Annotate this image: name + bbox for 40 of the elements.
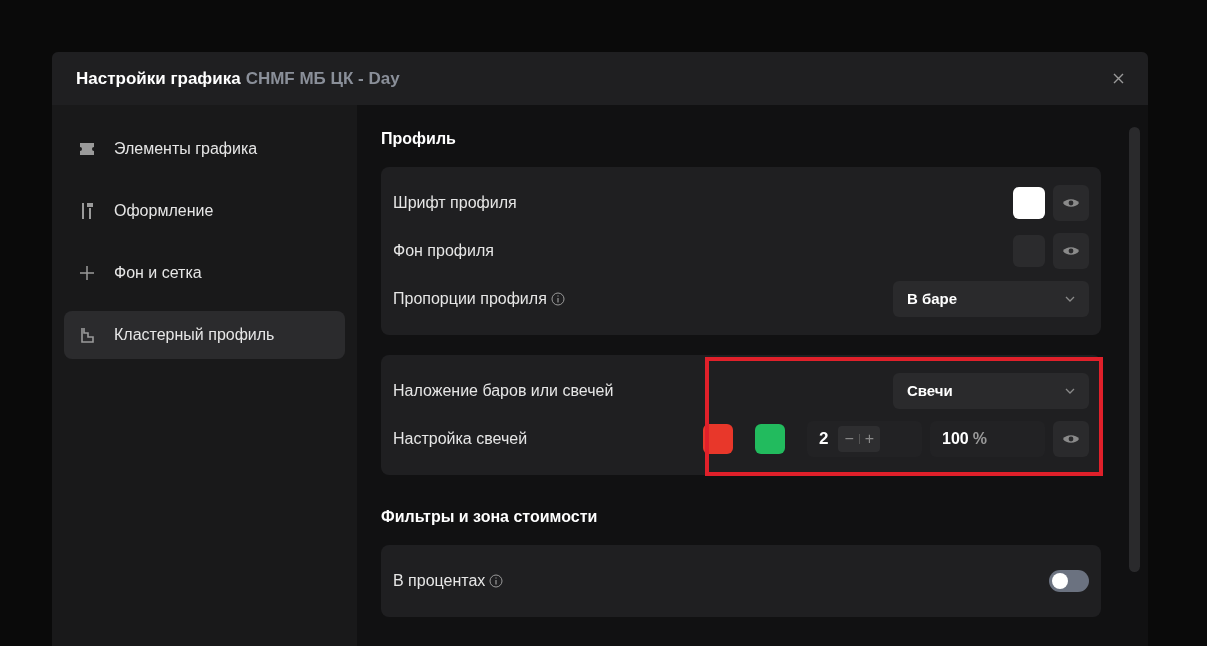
- eye-icon: [1063, 198, 1079, 208]
- eye-button[interactable]: [1053, 233, 1089, 269]
- color-swatch[interactable]: [1013, 187, 1045, 219]
- sidebar-item[interactable]: Кластерный профиль: [64, 311, 345, 359]
- eye-button[interactable]: [1053, 185, 1089, 221]
- sliders-icon: [81, 203, 93, 219]
- percent-value: 100: [942, 429, 969, 449]
- sidebar-item[interactable]: Элементы графика: [64, 125, 345, 173]
- section-heading: Профиль: [381, 129, 457, 149]
- setting-label: Пропорции профиля: [393, 289, 547, 309]
- profile-icon: [80, 327, 94, 343]
- plus-icon: [80, 266, 94, 280]
- setting-label: Настройка свечей: [393, 429, 528, 449]
- setting-label: Шрифт профиля: [393, 193, 517, 213]
- chevron-down-icon: [1065, 388, 1075, 394]
- setting-label: В процентах: [393, 571, 486, 591]
- info-icon[interactable]: [550, 292, 565, 306]
- setting-label: Фон профиля: [393, 241, 494, 261]
- toggle-switch[interactable]: [1049, 570, 1089, 592]
- scrollbar[interactable]: [1129, 127, 1140, 572]
- stepper-value: 2: [819, 428, 829, 451]
- chevron-down-icon: [1065, 296, 1075, 302]
- decrement-button[interactable]: −: [842, 427, 856, 451]
- eye-icon: [1063, 246, 1079, 256]
- percent-unit: %: [972, 429, 987, 449]
- info-icon[interactable]: [489, 574, 504, 588]
- color-swatch[interactable]: [755, 424, 785, 454]
- setting-label: Наложение баров или свечей: [393, 381, 614, 401]
- window-title: Настройки графика: [76, 67, 241, 90]
- sidebar-item[interactable]: Фон и сетка: [64, 249, 345, 297]
- close-icon[interactable]: [1113, 73, 1124, 84]
- dropdown[interactable]: В баре: [893, 281, 1089, 317]
- eye-icon: [1063, 434, 1079, 444]
- increment-button[interactable]: +: [862, 427, 877, 451]
- sidebar-item[interactable]: Оформление: [64, 187, 345, 235]
- window-subtitle: CHMF МБ ЦК - Day: [245, 67, 400, 90]
- eye-button[interactable]: [1053, 421, 1089, 457]
- section-heading: Фильтры и зона стоимости: [381, 507, 599, 527]
- ticket-icon: [80, 143, 94, 155]
- dropdown[interactable]: Свечи: [893, 373, 1089, 409]
